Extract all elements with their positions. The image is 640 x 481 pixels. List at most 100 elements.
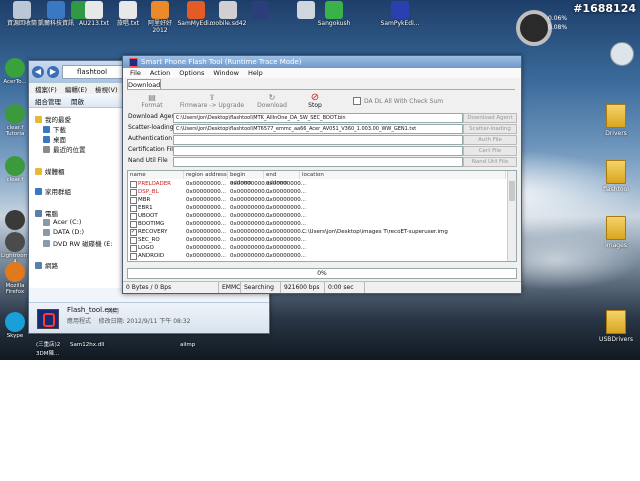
explorer-menu-item[interactable]: 檔案(F)	[35, 84, 57, 94]
desktop-folder[interactable]: images	[596, 216, 636, 249]
table-row[interactable]: LOGO 0x00000000... 0x00000000... 0x00000000…	[128, 244, 506, 252]
desktop-icon[interactable]: AcerTo...	[0, 58, 30, 85]
table-row[interactable]: MBR 0x00000000... 0x00000000... 0x00000000.…	[128, 196, 506, 204]
table-row[interactable]: ANDROID 0x00000000... 0x00000000... 0x00000…	[128, 252, 506, 260]
app-shortcut-icon	[5, 104, 25, 124]
nav-pane-item[interactable]: DATA (D:)	[43, 228, 84, 236]
status-time: 0:00 sec	[325, 282, 365, 293]
back-arrow-icon[interactable]: ◀	[32, 66, 44, 78]
browse-button[interactable]: Auth File	[463, 135, 517, 145]
desktop-icon[interactable]: Mozilla Firefox	[0, 262, 30, 295]
table-row[interactable]: PRELOADER 0x00000000... 0x00000000... 0x000…	[128, 180, 506, 188]
nav-pane-item[interactable]: 最近的位置	[43, 144, 86, 154]
row-checkbox[interactable]	[130, 228, 137, 236]
row-checkbox[interactable]	[130, 181, 137, 188]
flash-tool-file-icon[interactable]	[37, 309, 59, 329]
nav-pane-item[interactable]: 我的最愛	[35, 114, 71, 124]
nav-pane-item[interactable]: DVD RW 磁碟機 (E:	[43, 238, 113, 248]
taskbar-label[interactable]: Sam12hx.dll	[70, 342, 104, 348]
file-path-field[interactable]: C:\Users\jon\Desktop\flashtool\MT6577_em…	[173, 124, 463, 134]
desktop-icon[interactable]: clear.f	[0, 156, 30, 183]
desktop-icon[interactable]: Sangokush	[314, 0, 354, 27]
taskbar-label[interactable]: ailmp	[180, 342, 195, 348]
desktop-icon[interactable]	[240, 0, 280, 20]
cell-name: SEC_RO	[138, 237, 160, 243]
nav-pane-item[interactable]: 網路	[35, 260, 58, 270]
taskbar-label[interactable]: (三重店)2	[36, 340, 60, 348]
file-path-field[interactable]	[173, 146, 463, 156]
file-path-field[interactable]	[173, 157, 463, 167]
row-checkbox[interactable]	[130, 213, 137, 220]
table-row[interactable]: RECOVERY0x00000000...0x00000000...0x0000…	[128, 228, 506, 236]
table-row[interactable]: DSP_BL 0x00000000... 0x00000000... 0x000000…	[128, 188, 506, 196]
explorer-menu-item[interactable]: 編輯(E)	[65, 84, 87, 94]
taskbar-label[interactable]: 3DM陳...	[36, 349, 59, 357]
flash-menu-item[interactable]: Options	[179, 69, 204, 77]
cpu-meter-gadget-icon[interactable]	[516, 10, 552, 46]
cpu-meter-values: 0.06% 0.08%	[548, 14, 567, 32]
desktop-folder[interactable]: USBDrivers	[596, 310, 636, 343]
file-path-field[interactable]	[173, 135, 463, 145]
table-header-name[interactable]: name	[128, 171, 184, 179]
row-checkbox[interactable]	[130, 253, 137, 260]
browse-button[interactable]: Nand Util File	[463, 157, 517, 167]
nav-pane-item[interactable]: 媒體櫃	[35, 166, 65, 176]
desktop-icon[interactable]: SamPykEdi...	[380, 0, 420, 27]
table-row[interactable]: BOOTIMG 0x00000000... 0x00000000... 0x00000…	[128, 220, 506, 228]
firmware-upgrade-button[interactable]: ⇪ Firmware -> Upgrade	[177, 93, 247, 109]
nav-pane-item[interactable]: 電腦	[35, 208, 58, 218]
row-checkbox[interactable]	[130, 205, 137, 212]
flash-menu-item[interactable]: File	[130, 69, 141, 77]
table-header-begin[interactable]: begin address	[228, 171, 264, 186]
flash-menu-item[interactable]: Window	[213, 69, 239, 77]
table-header-end[interactable]: end address	[264, 171, 300, 186]
row-checkbox[interactable]	[130, 237, 137, 244]
nav-pane-item[interactable]: 下載	[43, 124, 66, 134]
cell-region: 0x00000000...	[186, 189, 226, 195]
table-row[interactable]: EBR1 0x00000000... 0x00000000... 0x00000000…	[128, 204, 506, 212]
row-checkbox[interactable]	[130, 221, 137, 228]
browse-button[interactable]: Cert File	[463, 146, 517, 156]
table-header-region[interactable]: region address	[184, 171, 228, 179]
flash-menu-item[interactable]: Action	[150, 69, 170, 77]
file-path-field[interactable]: C:\Users\jon\Desktop\flashtool\MTK_AllIn…	[173, 113, 463, 123]
desktop-folder[interactable]: Drivers	[596, 104, 636, 137]
download-button[interactable]: ↻ Download	[247, 93, 297, 109]
desktop-icon[interactable]: 阿里好好 2012	[140, 0, 180, 34]
forward-arrow-icon[interactable]: ▶	[47, 66, 59, 78]
format-button[interactable]: ▤ Format	[127, 93, 177, 109]
nav-pane-item[interactable]: 桌面	[43, 134, 66, 144]
table-row[interactable]: SEC_RO 0x00000000... 0x00000000... 0x000000…	[128, 236, 506, 244]
flash-tool-window[interactable]: Smart Phone Flash Tool (Runtime Trace Mo…	[122, 55, 522, 294]
nav-item-icon	[35, 209, 42, 217]
table-scrollbar[interactable]	[507, 171, 516, 261]
explorer-toolbar-button[interactable]: 組合管理	[35, 96, 61, 106]
desktop-folder[interactable]: flashtool	[596, 160, 636, 193]
desktop-icon-label: 凱爾科技資訊	[37, 20, 74, 27]
scrollbar-thumb[interactable]	[509, 181, 515, 201]
nav-pane-item[interactable]: 家用群組	[35, 186, 71, 196]
browse-button[interactable]: Download Agent	[463, 113, 517, 123]
explorer-toolbar-button[interactable]: 開啟	[71, 96, 84, 106]
nav-pane-item[interactable]: Acer (C:)	[43, 218, 81, 226]
da-checksum-checkbox[interactable]: DA DL All With Check Sum	[353, 97, 443, 105]
cpu-value: 0.06%	[548, 15, 568, 22]
explorer-menu-item[interactable]: 檢視(V)	[95, 84, 118, 94]
flash-menu-item[interactable]: Help	[248, 69, 263, 77]
nav-item-icon	[43, 145, 50, 153]
row-checkbox[interactable]	[130, 197, 137, 204]
checkbox-box[interactable]	[353, 97, 361, 105]
row-checkbox[interactable]	[130, 189, 137, 196]
desktop-icon[interactable]: Lightroom 4	[0, 232, 30, 265]
desktop-icon[interactable]: clear.f Tutoria	[0, 104, 30, 137]
stop-button[interactable]: ⊘ Stop	[297, 93, 333, 110]
browse-button[interactable]: Scatter-loading	[463, 124, 517, 134]
selected-file-type: 應用程式 修改日期: 2012/9/11 下午 08:32	[67, 318, 191, 325]
format-icon: ▤	[148, 93, 156, 102]
clock-gadget-icon[interactable]	[610, 42, 634, 66]
row-checkbox[interactable]	[130, 245, 137, 252]
table-row[interactable]: UBOOT 0x00000000... 0x00000000... 0x0000000…	[128, 212, 506, 220]
cell-end: 0x00000000...	[266, 237, 306, 243]
cell-begin: 0x00000000...	[230, 205, 270, 211]
table-header-location[interactable]: location	[300, 171, 506, 179]
